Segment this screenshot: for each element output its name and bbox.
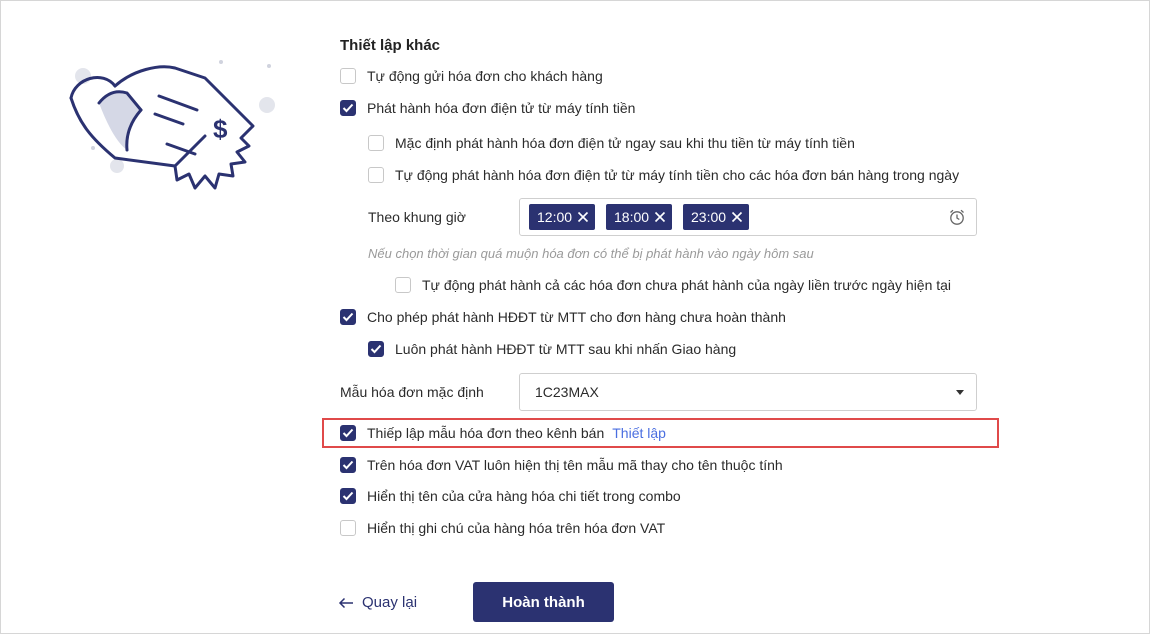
option-show-combo-items[interactable]: Hiển thị tên của cửa hàng hóa chi tiết t… — [340, 488, 681, 504]
check-icon — [342, 428, 354, 438]
option-label: Trên hóa đơn VAT luôn hiện thị tên mẫu m… — [367, 457, 783, 473]
remove-chip-icon[interactable] — [654, 211, 666, 223]
time-chip: 18:00 — [606, 204, 673, 230]
option-always-issue-on-delivery[interactable]: Luôn phát hành HĐĐT từ MTT sau khi nhấn … — [368, 341, 736, 357]
checkbox[interactable] — [340, 68, 356, 84]
checkbox[interactable] — [340, 309, 356, 325]
option-label: Hiển thị tên của cửa hàng hóa chi tiết t… — [367, 488, 681, 504]
checkbox[interactable] — [340, 457, 356, 473]
check-icon — [342, 460, 354, 470]
option-label: Tự động phát hành hóa đơn điện tử từ máy… — [395, 167, 960, 183]
remove-chip-icon[interactable] — [731, 211, 743, 223]
time-chip: 12:00 — [529, 204, 596, 230]
timing-hint: Nếu chọn thời gian quá muộn hóa đơn có t… — [368, 246, 814, 261]
default-template-label: Mẫu hóa đơn mặc định — [340, 384, 484, 400]
default-template-select[interactable]: 1C23MAX — [519, 373, 977, 411]
option-label: Phát hành hóa đơn điện tử từ máy tính ti… — [367, 100, 636, 116]
option-label: Hiển thị ghi chú của hàng hóa trên hóa đ… — [367, 520, 666, 536]
checkbox[interactable] — [340, 425, 356, 441]
caret-down-icon — [956, 390, 964, 395]
checkbox[interactable] — [340, 488, 356, 504]
svg-text:$: $ — [213, 114, 228, 144]
option-issue-from-pos[interactable]: Phát hành hóa đơn điện tử từ máy tính ti… — [340, 100, 635, 116]
finish-button[interactable]: Hoàn thành — [473, 582, 614, 622]
time-chip: 23:00 — [683, 204, 750, 230]
time-chip-label: 23:00 — [691, 209, 727, 225]
back-label: Quay lại — [362, 594, 418, 611]
option-show-sample-code[interactable]: Trên hóa đơn VAT luôn hiện thị tên mẫu m… — [340, 457, 783, 473]
check-icon — [370, 344, 382, 354]
checkbox[interactable] — [368, 341, 384, 357]
time-slots-field[interactable]: 12:00 18:00 23:00 — [519, 198, 977, 236]
option-show-item-notes[interactable]: Hiển thị ghi chú của hàng hóa trên hóa đ… — [340, 520, 665, 536]
time-chip-label: 12:00 — [537, 209, 573, 225]
option-label: Thiếp lập mẫu hóa đơn theo kênh bán — [367, 425, 605, 441]
option-default-issue-after-payment[interactable]: Mặc định phát hành hóa đơn điện tử ngay … — [368, 135, 855, 151]
checkbox[interactable] — [340, 100, 356, 116]
checkbox[interactable] — [395, 277, 411, 293]
checkbox[interactable] — [368, 135, 384, 151]
arrow-left-icon — [338, 597, 353, 608]
time-chip-label: 18:00 — [614, 209, 650, 225]
option-auto-issue-previous-day[interactable]: Tự động phát hành cả các hóa đơn chưa ph… — [395, 277, 951, 293]
option-label: Tự động gửi hóa đơn cho khách hàng — [367, 68, 603, 84]
remove-chip-icon[interactable] — [577, 211, 589, 223]
check-icon — [342, 103, 354, 113]
option-template-by-channel[interactable]: Thiếp lập mẫu hóa đơn theo kênh bán Thiế… — [340, 425, 666, 441]
option-label: Cho phép phát hành HĐĐT từ MTT cho đơn h… — [367, 309, 786, 325]
option-label: Tự động phát hành cả các hóa đơn chưa ph… — [422, 277, 952, 293]
checkbox[interactable] — [340, 520, 356, 536]
option-auto-issue-daily[interactable]: Tự động phát hành hóa đơn điện tử từ máy… — [368, 167, 959, 183]
option-label: Luôn phát hành HĐĐT từ MTT sau khi nhấn … — [395, 341, 737, 357]
receipt-dollar-icon: $ — [69, 60, 275, 190]
receipt-illustration: $ — [55, 48, 285, 213]
checkbox[interactable] — [368, 167, 384, 183]
time-slots-label: Theo khung giờ — [368, 209, 466, 225]
check-icon — [342, 312, 354, 322]
setup-link[interactable]: Thiết lập — [612, 425, 666, 441]
option-label: Mặc định phát hành hóa đơn điện tử ngay … — [395, 135, 855, 151]
option-allow-unfinished-orders[interactable]: Cho phép phát hành HĐĐT từ MTT cho đơn h… — [340, 309, 786, 325]
check-icon — [342, 491, 354, 501]
default-template-value: 1C23MAX — [535, 384, 599, 400]
option-auto-send[interactable]: Tự động gửi hóa đơn cho khách hàng — [340, 68, 603, 84]
alarm-clock-icon[interactable] — [948, 208, 966, 231]
back-button[interactable]: Quay lại — [338, 594, 417, 611]
section-title: Thiết lập khác — [340, 37, 441, 54]
